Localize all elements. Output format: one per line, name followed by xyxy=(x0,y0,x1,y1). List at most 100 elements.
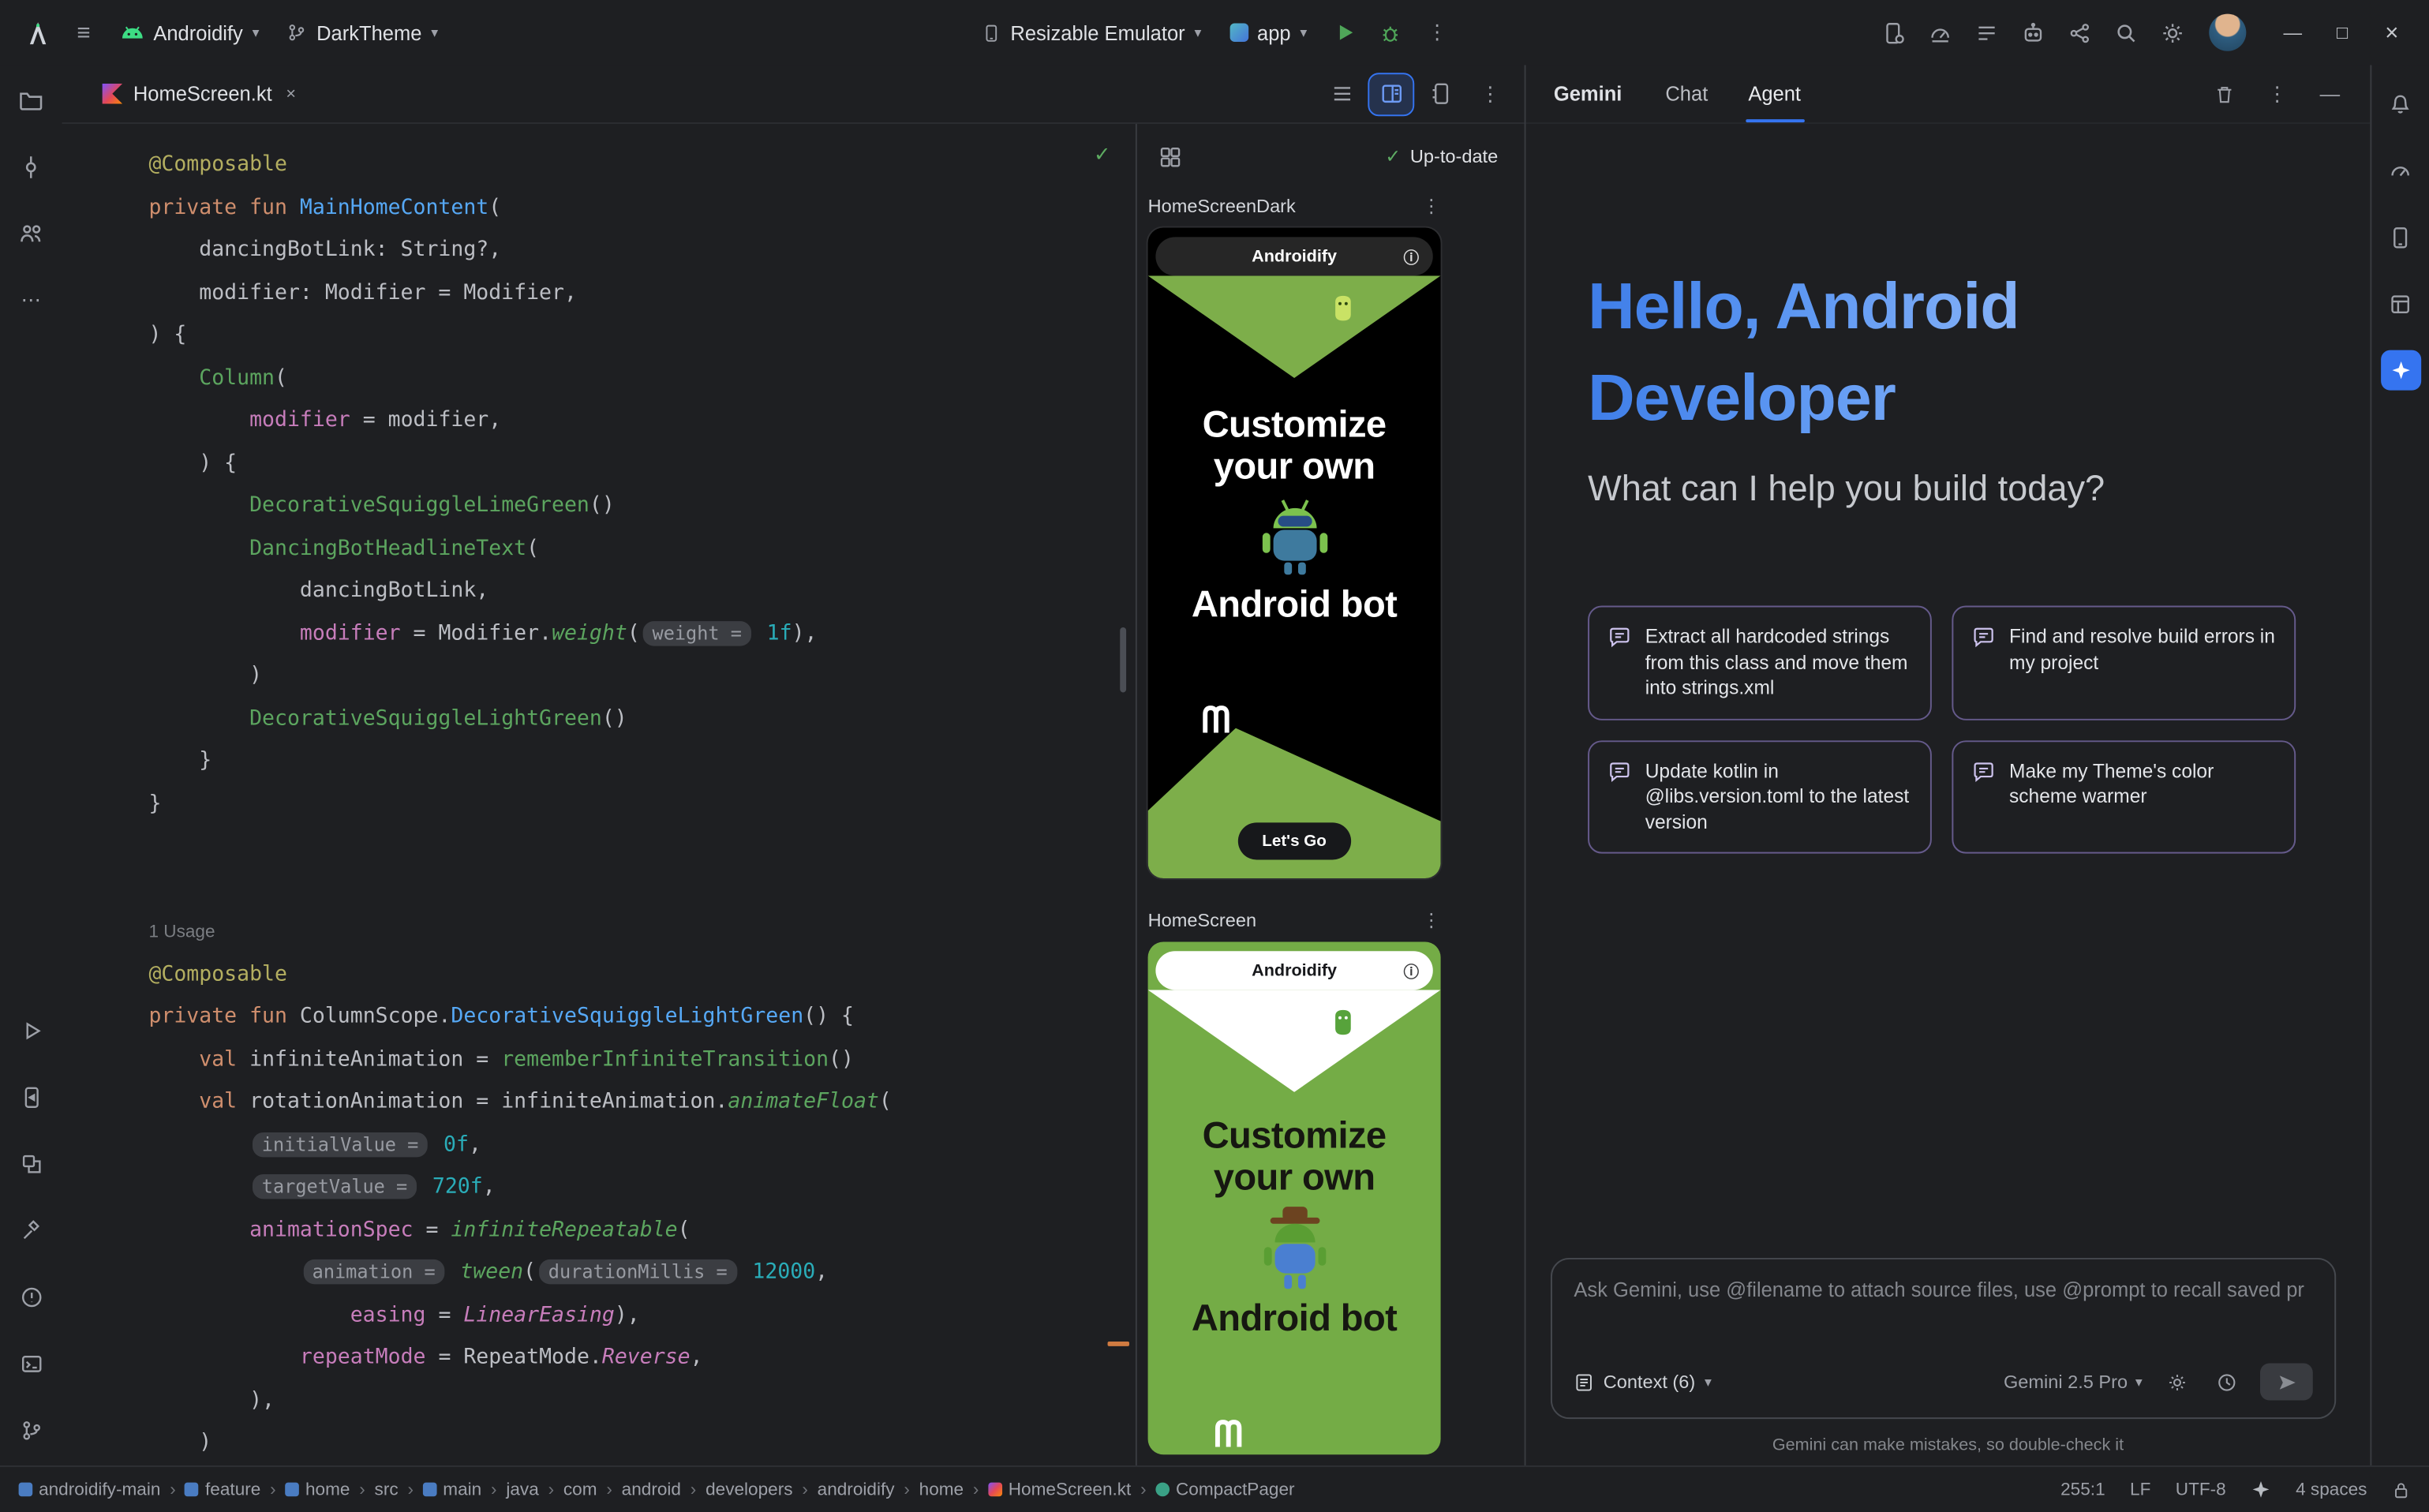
profiler-tool-icon[interactable] xyxy=(2378,150,2422,190)
code-line: dancingBotLink: String?, xyxy=(148,230,1135,272)
project-selector[interactable]: Androidify▾ xyxy=(108,13,271,52)
search-icon[interactable] xyxy=(2104,13,2147,53)
editor-more-icon[interactable]: ⋮ xyxy=(1469,73,1512,114)
preview-more-icon[interactable]: ⋮ xyxy=(1422,195,1441,216)
gemini-input-box[interactable]: Context (6) ▾ Gemini 2.5 Pro ▾ xyxy=(1551,1258,2336,1419)
suggestion-card[interactable]: Update kotlin in @libs.version.toml to t… xyxy=(1588,739,1932,853)
debug-button[interactable] xyxy=(1369,13,1413,53)
share-graph-icon[interactable] xyxy=(2057,13,2101,53)
breadcrumb-item[interactable]: androidify xyxy=(818,1480,895,1499)
main-menu-icon[interactable]: ≡ xyxy=(62,13,106,53)
preview-headline: Customize xyxy=(1148,1115,1441,1157)
ai-status-icon[interactable] xyxy=(2251,1480,2271,1500)
send-button[interactable] xyxy=(2260,1363,2313,1400)
build-tool-icon[interactable] xyxy=(9,1210,53,1250)
suggestion-text: Make my Theme's color scheme warmer xyxy=(2009,758,2276,810)
terminal-tool-icon[interactable] xyxy=(9,1343,53,1383)
editor-scrollbar[interactable] xyxy=(1120,627,1126,692)
more-actions-icon[interactable]: ⋮ xyxy=(1416,13,1459,53)
suggestion-card[interactable]: Extract all hardcoded strings from this … xyxy=(1588,606,1932,720)
inspections-ok-icon[interactable]: ✓ xyxy=(1094,143,1110,167)
gallery-view-icon[interactable] xyxy=(1148,137,1192,177)
code-line: val infiniteAnimation = rememberInfinite… xyxy=(148,1039,1135,1081)
suggestion-card[interactable]: Find and resolve build errors in my proj… xyxy=(1952,606,2296,720)
breadcrumb-item[interactable]: home xyxy=(285,1480,350,1499)
dependencies-tool-icon[interactable] xyxy=(9,1143,53,1184)
suggestion-card[interactable]: Make my Theme's color scheme warmer xyxy=(1952,739,2296,853)
tab-close-icon[interactable]: × xyxy=(286,84,296,103)
caret-position[interactable]: 255:1 xyxy=(2060,1480,2105,1499)
file-encoding[interactable]: UTF-8 xyxy=(2176,1480,2226,1499)
chevron-down-icon: ▾ xyxy=(1705,1375,1712,1389)
commit-tool-icon[interactable] xyxy=(9,147,53,187)
breadcrumb-item[interactable]: android xyxy=(622,1480,681,1499)
preview-homescreen-dark[interactable]: Androidify ⓘ Customize your own xyxy=(1148,228,1441,878)
breadcrumb-item[interactable]: home xyxy=(919,1480,964,1499)
preview-homescreen-light[interactable]: Androidify ⓘ Customize your own xyxy=(1148,942,1441,1455)
chevron-down-icon: ▾ xyxy=(1300,25,1307,39)
window-maximize-icon[interactable]: □ xyxy=(2321,13,2364,53)
gemini-tool-icon[interactable] xyxy=(2380,350,2420,391)
breadcrumb-item[interactable]: com xyxy=(563,1480,597,1499)
lock-icon[interactable] xyxy=(2392,1480,2411,1499)
delete-conversation-icon[interactable] xyxy=(2203,73,2246,114)
split-view-icon[interactable] xyxy=(1369,73,1413,114)
device-manager-icon[interactable] xyxy=(1871,13,1914,53)
breadcrumb-separator: › xyxy=(170,1480,176,1499)
breadcrumb-item[interactable]: CompactPager xyxy=(1155,1480,1294,1499)
pull-requests-tool-icon[interactable] xyxy=(9,214,53,254)
model-selector[interactable]: Gemini 2.5 Pro ▾ xyxy=(2004,1371,2143,1392)
gemini-more-icon[interactable]: ⋮ xyxy=(2255,73,2299,114)
window-minimize-icon[interactable]: — xyxy=(2271,13,2315,53)
indent-setting[interactable]: 4 spaces xyxy=(2296,1480,2367,1499)
device-selector[interactable]: Resizable Emulator▾ xyxy=(970,13,1214,52)
code-line: ) xyxy=(148,1422,1135,1465)
user-avatar[interactable] xyxy=(2209,14,2246,51)
chat-bubble-icon xyxy=(1608,760,1631,783)
code-line: easing = LinearEasing), xyxy=(148,1294,1135,1337)
breadcrumb-item[interactable]: main xyxy=(423,1480,481,1499)
design-view-icon[interactable] xyxy=(1419,73,1462,114)
settings-gear-icon[interactable] xyxy=(2150,13,2194,53)
scrollbar-change-marker xyxy=(1108,1342,1129,1346)
code-line: repeatMode = RepeatMode.Reverse, xyxy=(148,1337,1135,1379)
breadcrumb-item[interactable]: feature xyxy=(185,1480,261,1499)
editor-tab-homescreen[interactable]: HomeScreen.kt × xyxy=(90,65,309,122)
hide-panel-icon[interactable]: — xyxy=(2308,73,2352,114)
context-selector[interactable]: Context (6) ▾ xyxy=(1574,1371,1711,1392)
lets-go-button[interactable]: Let's Go xyxy=(1237,822,1351,859)
dancing-bot-glyph xyxy=(1213,1416,1244,1450)
tab-agent[interactable]: Agent xyxy=(1745,65,1804,122)
project-tool-icon[interactable] xyxy=(9,80,53,121)
tab-chat[interactable]: Chat xyxy=(1662,65,1711,122)
gemini-input[interactable] xyxy=(1574,1278,2312,1301)
profiler-icon[interactable] xyxy=(1918,13,1961,53)
breadcrumb-item[interactable]: developers xyxy=(705,1480,792,1499)
module-icon xyxy=(185,1483,200,1497)
breadcrumb-item[interactable]: src xyxy=(375,1480,399,1499)
breadcrumb-item[interactable]: androidify-main xyxy=(19,1480,161,1499)
version-control-tool-icon[interactable] xyxy=(9,1409,53,1450)
notifications-bell-icon[interactable] xyxy=(2378,84,2422,124)
line-separator[interactable]: LF xyxy=(2130,1480,2150,1499)
breadcrumb-item[interactable]: HomeScreen.kt xyxy=(988,1480,1131,1499)
running-devices-tool-icon[interactable] xyxy=(9,1076,53,1117)
code-editor[interactable]: @Composableprivate fun MainHomeContent( … xyxy=(62,124,1136,1465)
vcs-branch-selector[interactable]: DarkTheme▾ xyxy=(275,13,451,52)
run-button[interactable] xyxy=(1323,13,1366,53)
problems-tool-icon[interactable] xyxy=(9,1277,53,1317)
breadcrumb-item[interactable]: java xyxy=(506,1480,538,1499)
run-tool-icon[interactable] xyxy=(9,1010,53,1050)
run-configuration-selector[interactable]: app▾ xyxy=(1217,13,1319,52)
code-view-icon[interactable] xyxy=(1319,73,1363,114)
device-manager-tool-icon[interactable] xyxy=(2378,217,2422,257)
gemini-settings-icon[interactable] xyxy=(2161,1361,2191,1402)
history-icon[interactable] xyxy=(2210,1361,2241,1402)
ai-agent-icon[interactable] xyxy=(2011,13,2054,53)
code-line: @Composable xyxy=(148,953,1135,996)
window-close-icon[interactable]: × xyxy=(2370,13,2413,53)
logcat-icon[interactable] xyxy=(1964,13,2008,53)
more-tool-windows-icon[interactable]: ⋯ xyxy=(9,280,53,320)
layout-inspector-tool-icon[interactable] xyxy=(2378,283,2422,324)
preview-more-icon[interactable]: ⋮ xyxy=(1422,909,1441,930)
